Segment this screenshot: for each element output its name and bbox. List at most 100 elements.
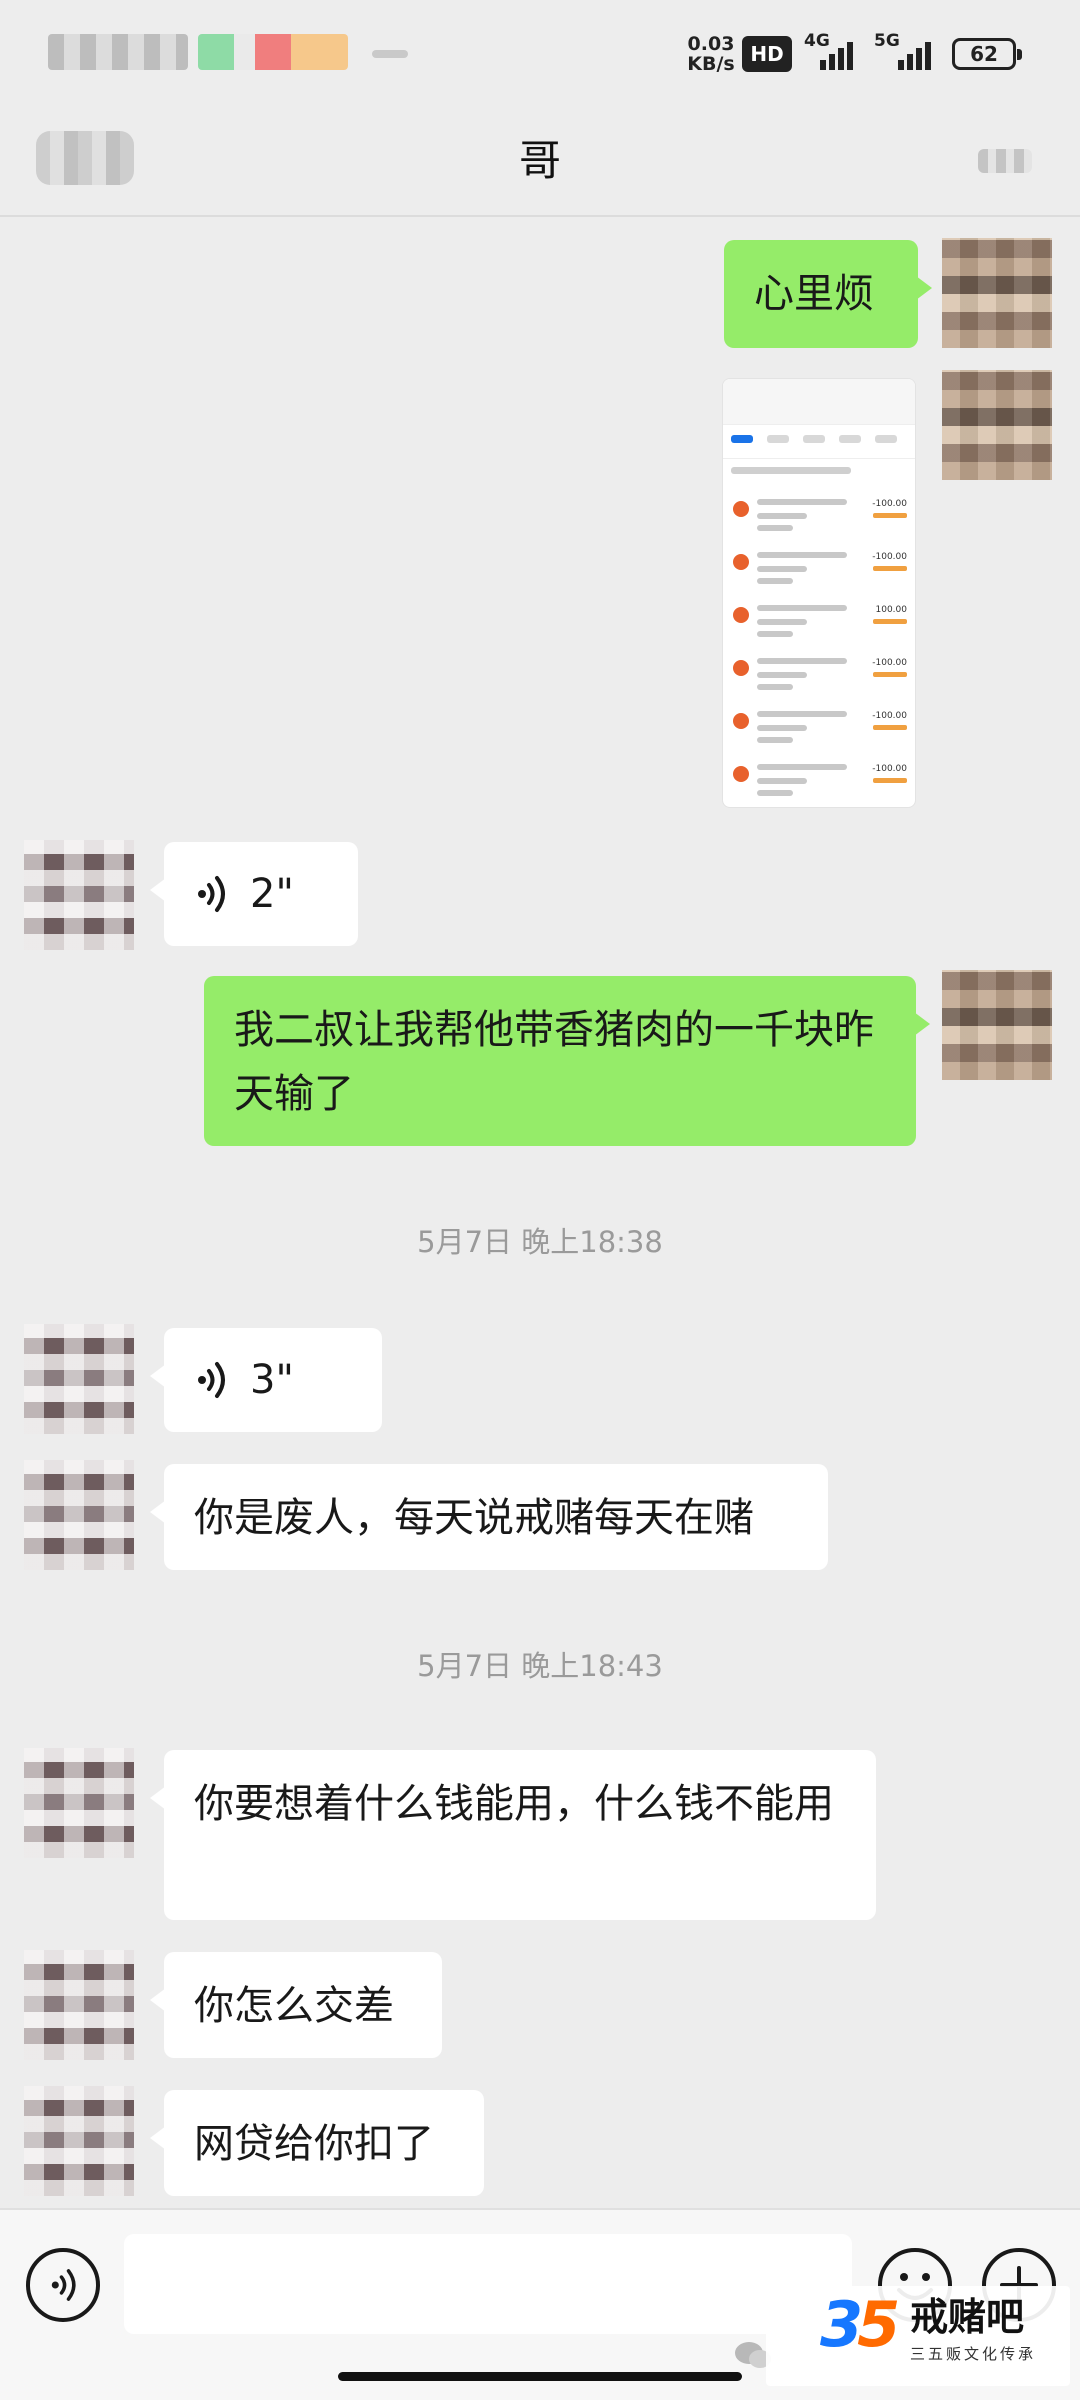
status-bar: 0.03 KB/s HD 4G 5G 62 [0, 0, 1080, 105]
message-text: 你是废人，每天说戒赌每天在赌 [194, 1495, 754, 1541]
image-message-thumbnail[interactable]: -100.00 -100.00 100.00 -100.00 -100.00 -100.0… [722, 378, 916, 808]
transaction-amount: -100.00 [872, 658, 907, 668]
contact-avatar[interactable] [24, 1324, 134, 1434]
transaction-status-tag [873, 566, 907, 571]
voice-message-bubble[interactable]: 2" [150, 842, 358, 946]
message-bubble-sent[interactable]: 我二叔让我帮他带香猪肉的一千块昨天输了 [204, 976, 930, 1146]
transaction-amount: -100.00 [872, 711, 907, 721]
transaction-title-line [757, 764, 847, 770]
message-bubble-sent[interactable]: 心里烦 [724, 240, 932, 348]
transaction-logo-icon [733, 501, 749, 517]
chat-timestamp: 5月7日 晚上18:43 [417, 1649, 663, 1683]
thumbnail-transaction-row: -100.00 [723, 542, 915, 595]
watermark-number: 35 [820, 2288, 900, 2361]
thumbnail-transaction-row: -100.00 [723, 807, 915, 808]
watermark-name: 戒赌吧 [910, 2295, 1025, 2339]
transaction-amount: 100.00 [875, 605, 908, 615]
transaction-date-line [757, 737, 793, 743]
thumbnail-transaction-row: -100.00 [723, 489, 915, 542]
transaction-date-line [757, 578, 793, 584]
message-text: 我二叔让我帮他带香猪肉的一千块昨天输了 [234, 1007, 874, 1117]
transaction-sub-line [757, 672, 807, 678]
transaction-amount: -100.00 [872, 499, 907, 509]
home-indicator[interactable] [338, 2372, 742, 2381]
status-bar-blurred-time [48, 34, 188, 70]
transaction-date-line [757, 525, 793, 531]
battery-icon: 62 [952, 38, 1022, 70]
message-text: 网贷给你扣了 [194, 2121, 434, 2167]
message-text: 你怎么交差 [194, 1983, 394, 2029]
chat-header: 哥 [0, 105, 1080, 217]
more-options-button[interactable] [978, 149, 1032, 173]
transaction-title-line [757, 499, 847, 505]
transaction-status-tag [873, 725, 907, 730]
watermark-number-text: 35 [820, 2288, 900, 2361]
network-5g-label: 5G [874, 31, 900, 51]
voice-duration: 2" [250, 871, 294, 917]
contact-avatar[interactable] [24, 1950, 134, 2060]
message-bubble-received[interactable]: 你要想着什么钱能用，什么钱不能用 [150, 1750, 876, 1920]
voice-message-bubble[interactable]: 3" [150, 1328, 382, 1432]
hd-voice-badge: HD [742, 36, 792, 72]
transaction-logo-icon [733, 554, 749, 570]
voice-mode-icon [51, 2269, 76, 2301]
battery-level: 62 [970, 42, 998, 66]
voice-duration: 3" [250, 1357, 294, 1403]
transaction-sub-line [757, 513, 807, 519]
voice-mode-button[interactable] [26, 2248, 100, 2322]
message-bubble-received[interactable]: 你是废人，每天说戒赌每天在赌 [150, 1464, 828, 1570]
thumbnail-transaction-row: -100.00 [723, 701, 915, 754]
transaction-status-tag [873, 513, 907, 518]
chat-timestamp: 5月7日 晚上18:38 [417, 1225, 663, 1259]
thumbnail-transaction-row: -100.00 [723, 648, 915, 701]
status-bar-blurred-app-icons [198, 34, 348, 70]
thumbnail-transaction-list: -100.00 -100.00 100.00 -100.00 -100.00 -100.0… [723, 489, 915, 808]
thumbnail-header [723, 379, 915, 425]
voice-wave-icon [198, 1362, 225, 1398]
my-avatar[interactable] [942, 370, 1052, 480]
message-text: 你要想着什么钱能用，什么钱不能用 [194, 1781, 834, 1827]
contact-avatar[interactable] [24, 2086, 134, 2196]
message-bubble-received[interactable]: 你怎么交差 [150, 1952, 442, 2058]
transaction-logo-icon [733, 607, 749, 623]
signal-4g-icon [820, 38, 853, 70]
network-speed: 0.03 KB/s [686, 34, 736, 74]
my-avatar[interactable] [942, 970, 1052, 1080]
transaction-sub-line [757, 778, 807, 784]
watermark-logo: 35 戒赌吧 三五贩文化传承 [766, 2286, 1070, 2386]
transaction-status-tag [873, 672, 907, 677]
hd-label: HD [750, 42, 784, 66]
voice-wave-icon [198, 876, 225, 912]
transaction-sub-line [757, 566, 807, 572]
contact-avatar[interactable] [24, 840, 134, 950]
message-text: 心里烦 [754, 271, 874, 317]
network-speed-value: 0.03 [687, 33, 735, 55]
message-input[interactable] [124, 2234, 852, 2334]
transaction-title-line [757, 552, 847, 558]
transaction-title-line [757, 711, 847, 717]
transaction-date-line [757, 684, 793, 690]
transaction-date-line [757, 631, 793, 637]
watermark-subtitle: 三五贩文化传承 [910, 2345, 1037, 2363]
transaction-status-tag [873, 778, 907, 783]
transaction-logo-icon [733, 766, 749, 782]
transaction-logo-icon [733, 660, 749, 676]
contact-avatar[interactable] [24, 1748, 134, 1858]
contact-avatar[interactable] [24, 1460, 134, 1570]
thumbnail-tabs [723, 425, 915, 459]
transaction-logo-icon [733, 713, 749, 729]
transaction-status-tag [873, 619, 907, 624]
status-bar-blurred-dash [372, 50, 408, 58]
chat-title: 哥 [518, 136, 561, 185]
transaction-amount: -100.00 [872, 764, 907, 774]
transaction-amount: -100.00 [872, 552, 907, 562]
transaction-title-line [757, 605, 847, 611]
my-avatar[interactable] [942, 238, 1052, 348]
transaction-sub-line [757, 619, 807, 625]
message-bubble-received[interactable]: 网贷给你扣了 [150, 2090, 484, 2196]
transaction-date-line [757, 790, 793, 796]
thumbnail-summary [723, 459, 915, 489]
network-speed-unit: KB/s [687, 53, 735, 75]
thumbnail-transaction-row: 100.00 [723, 595, 915, 648]
transaction-sub-line [757, 725, 807, 731]
